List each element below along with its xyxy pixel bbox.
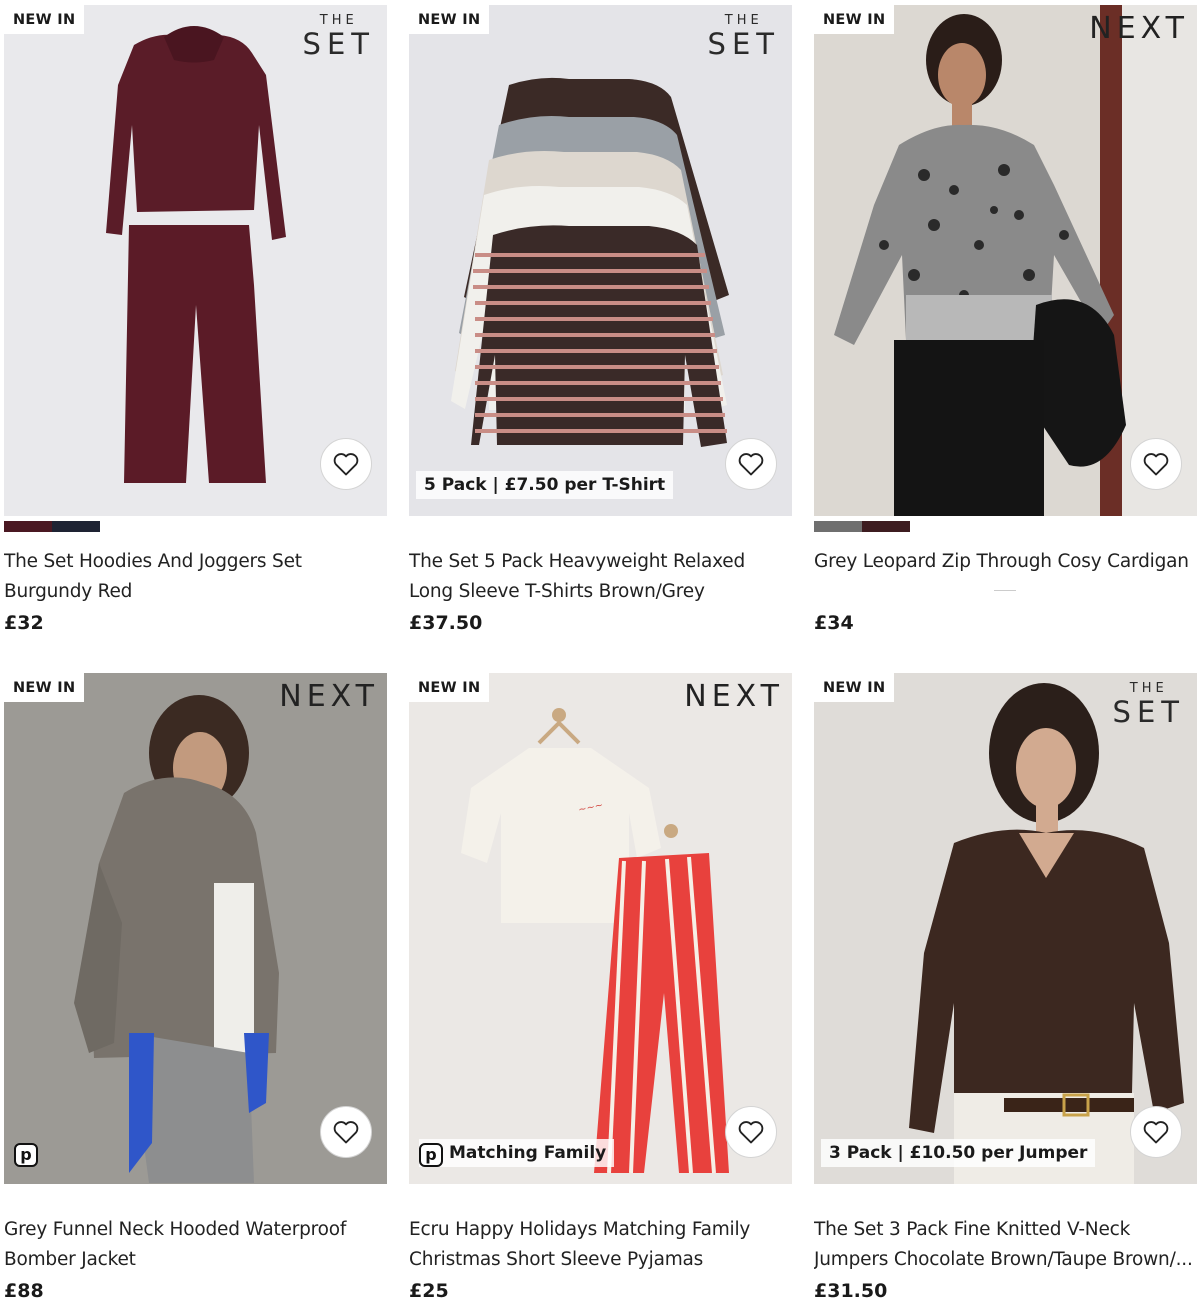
colour-swatches — [4, 521, 387, 533]
colour-swatches — [4, 1189, 387, 1201]
product-title[interactable]: The Set Hoodies And Joggers Set Burgundy… — [4, 547, 387, 607]
product-price: £31.50 — [814, 1280, 888, 1298]
brand-logo: THE SET — [1113, 681, 1185, 727]
favourite-button[interactable] — [725, 1106, 777, 1158]
product-image[interactable]: NEW IN NEXT p — [4, 673, 387, 1184]
swatch-burgundy[interactable] — [862, 521, 910, 532]
product-image[interactable]: NEW IN NEXT — [814, 5, 1197, 516]
favourite-button[interactable] — [320, 1106, 372, 1158]
p-icon: p — [14, 1143, 38, 1167]
heart-icon — [333, 1121, 359, 1144]
heart-icon — [738, 453, 764, 476]
heart-icon — [1143, 1121, 1169, 1144]
favourite-button[interactable] — [320, 438, 372, 490]
brand-logo: THE SET — [708, 13, 780, 59]
product-card[interactable]: NEW IN THE SET 3 Pack | £10.50 per Jumpe… — [814, 673, 1197, 1298]
new-in-badge: NEW IN — [4, 673, 85, 702]
brand-logo: THE SET — [303, 13, 375, 59]
colour-swatches — [409, 521, 792, 533]
product-card[interactable]: ~~~ NEW IN NEXT Matching Family p Ecru H… — [409, 673, 792, 1298]
product-grid: NEW IN THE SET The Set Hoodies And Jogge… — [0, 0, 1200, 1298]
product-title[interactable]: Grey Funnel Neck Hooded Waterproof Bombe… — [4, 1215, 387, 1275]
product-title[interactable]: Ecru Happy Holidays Matching Family Chri… — [409, 1215, 792, 1275]
new-in-badge: NEW IN — [4, 5, 85, 34]
product-image[interactable]: NEW IN THE SET — [4, 5, 387, 516]
heart-icon — [738, 1121, 764, 1144]
product-price: £37.50 — [409, 612, 483, 634]
swatch-burgundy[interactable] — [4, 521, 52, 532]
product-price: £32 — [4, 612, 44, 634]
brand-set: SET — [302, 27, 375, 61]
brand-set: SET — [707, 27, 780, 61]
heart-icon — [1143, 453, 1169, 476]
swatch-navy[interactable] — [52, 521, 100, 532]
colour-swatches — [814, 1189, 1197, 1201]
bomber-jacket-photo — [4, 673, 387, 1184]
product-image[interactable]: NEW IN THE SET 5 Pack | £7.50 per T-Shir… — [409, 5, 792, 516]
p-icon: p — [419, 1143, 443, 1167]
promo-label: 3 Pack | £10.50 per Jumper — [821, 1139, 1096, 1167]
brand-logo: NEXT — [684, 679, 784, 714]
brand-logo: NEXT — [1089, 11, 1189, 46]
product-card[interactable]: NEW IN NEXT Grey Leopard Zip Through Cos… — [814, 5, 1197, 634]
product-image[interactable]: ~~~ NEW IN NEXT Matching Family p — [409, 673, 792, 1184]
brand-logo: NEXT — [279, 679, 379, 714]
new-in-badge: NEW IN — [409, 5, 490, 34]
swatch-grey-leopard[interactable] — [814, 521, 862, 532]
colour-swatches — [814, 521, 1197, 533]
new-in-badge: NEW IN — [814, 673, 895, 702]
promo-label: Matching Family — [419, 1139, 615, 1167]
new-in-badge: NEW IN — [409, 673, 490, 702]
new-in-badge: NEW IN — [814, 5, 895, 34]
favourite-button[interactable] — [1130, 438, 1182, 490]
divider — [994, 590, 1016, 591]
favourite-button[interactable] — [1130, 1106, 1182, 1158]
leopard-cardigan-photo — [814, 5, 1197, 516]
product-card[interactable]: NEW IN THE SET The Set Hoodies And Jogge… — [4, 5, 387, 634]
product-card[interactable]: NEW IN NEXT p Grey Funnel Neck Hooded Wa… — [4, 673, 387, 1298]
product-title[interactable]: The Set 3 Pack Fine Knitted V-Neck Jumpe… — [814, 1215, 1197, 1275]
colour-swatches — [409, 1189, 792, 1201]
pyjamas-photo: ~~~ — [409, 673, 792, 1184]
product-title[interactable]: The Set 5 Pack Heavyweight Relaxed Long … — [409, 547, 792, 607]
brand-set: SET — [1112, 695, 1185, 729]
vneck-jumper-photo — [814, 673, 1197, 1184]
hoodie-joggers-photo — [4, 5, 387, 516]
product-title[interactable]: Grey Leopard Zip Through Cosy Cardigan — [814, 547, 1197, 607]
product-image[interactable]: NEW IN THE SET 3 Pack | £10.50 per Jumpe… — [814, 673, 1197, 1184]
promo-label: 5 Pack | £7.50 per T-Shirt — [416, 471, 674, 499]
tshirt-pack-photo — [409, 5, 792, 516]
product-price: £25 — [409, 1280, 449, 1298]
product-price: £34 — [814, 612, 854, 634]
favourite-button[interactable] — [725, 438, 777, 490]
product-card[interactable]: NEW IN THE SET 5 Pack | £7.50 per T-Shir… — [409, 5, 792, 634]
heart-icon — [333, 453, 359, 476]
product-price: £88 — [4, 1280, 44, 1298]
